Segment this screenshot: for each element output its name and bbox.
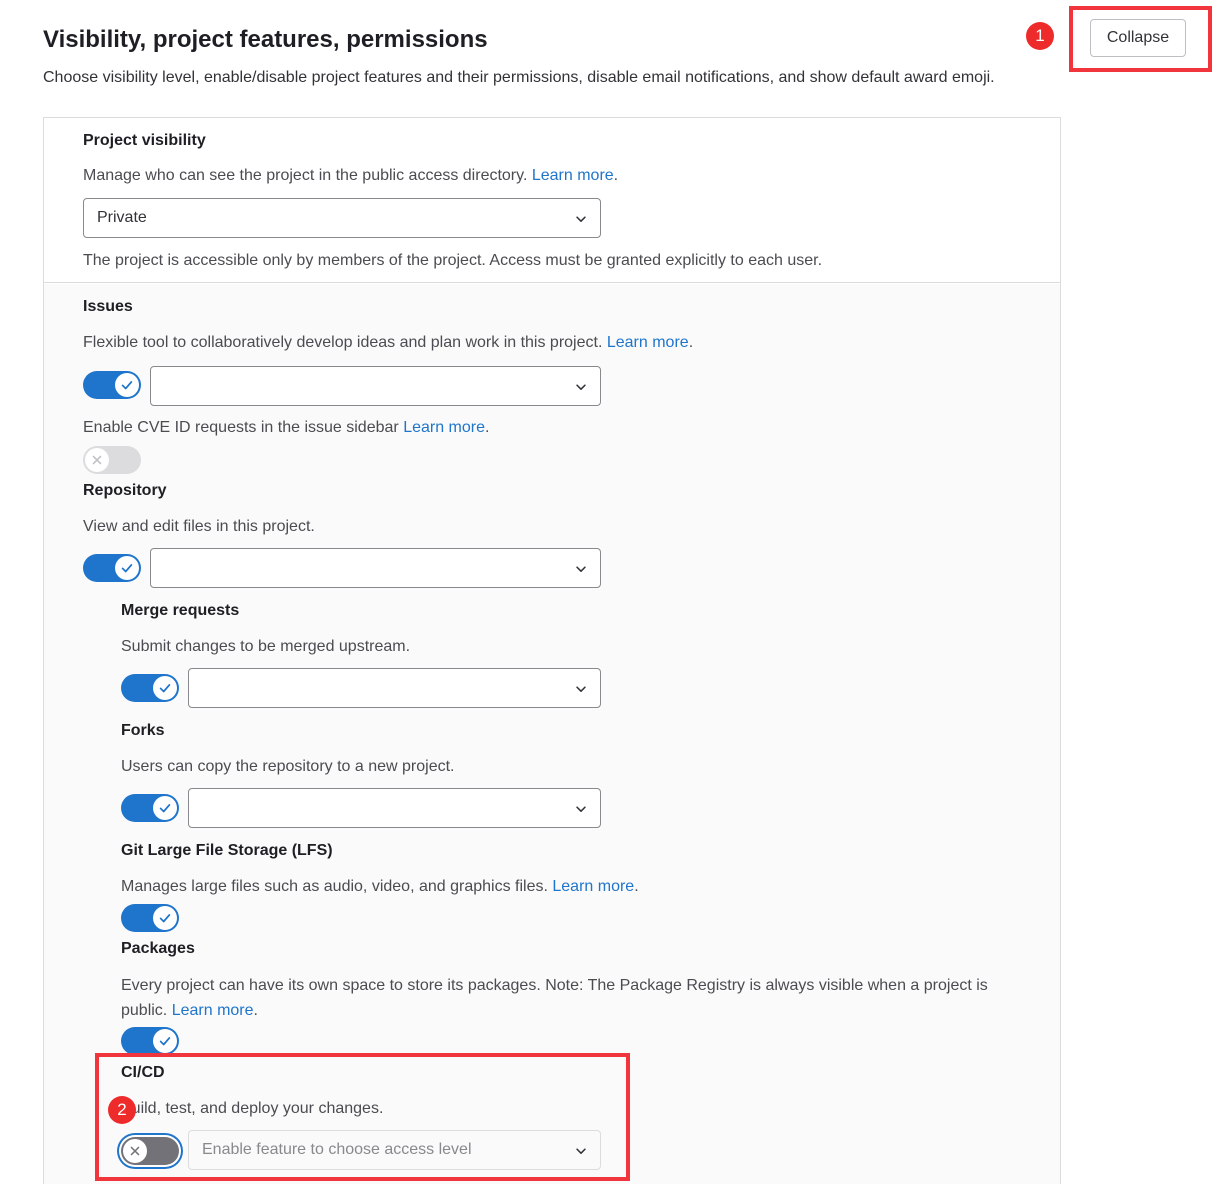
- chevron-down-icon: [576, 1148, 586, 1154]
- cve-learn-more-link[interactable]: Learn more: [403, 419, 485, 436]
- cicd-toggle[interactable]: [121, 1137, 179, 1165]
- cve-description: Enable CVE ID requests in the issue side…: [83, 419, 490, 436]
- check-icon: [159, 684, 171, 693]
- repository-label: Repository: [83, 482, 167, 499]
- cicd-access-select[interactable]: Enable feature to choose access level: [188, 1130, 601, 1170]
- merge-requests-access-select[interactable]: [188, 668, 601, 708]
- packages-description-line2: public. Learn more.: [121, 1002, 258, 1019]
- annotation-badge: 1: [1026, 22, 1054, 50]
- forks-label: Forks: [121, 722, 165, 739]
- issues-label: Issues: [83, 298, 133, 315]
- merge-requests-label: Merge requests: [121, 602, 240, 619]
- check-icon: [121, 381, 133, 390]
- check-icon: [121, 564, 133, 573]
- page-subtitle: Choose visibility level, enable/disable …: [43, 69, 995, 86]
- merge-requests-description: Submit changes to be merged upstream.: [121, 638, 411, 655]
- issues-description: Flexible tool to collaboratively develop…: [83, 334, 694, 351]
- repository-toggle[interactable]: [83, 554, 141, 582]
- forks-description: Users can copy the repository to a new p…: [121, 758, 455, 775]
- visibility-help-text: The project is accessible only by member…: [83, 252, 823, 269]
- check-icon: [159, 914, 171, 923]
- issues-toggle[interactable]: [83, 371, 141, 399]
- merge-requests-toggle[interactable]: [121, 674, 179, 702]
- features-section: Issues Flexible tool to collaboratively …: [44, 284, 1060, 1184]
- issues-learn-more-link[interactable]: Learn more: [607, 334, 689, 351]
- close-icon: [130, 1146, 140, 1156]
- chevron-down-icon: [576, 566, 586, 572]
- issues-access-select[interactable]: [150, 366, 601, 406]
- cicd-access-placeholder: Enable feature to choose access level: [202, 1141, 472, 1158]
- visibility-label: Project visibility: [83, 132, 206, 149]
- lfs-label: Git Large File Storage (LFS): [121, 842, 333, 859]
- visibility-section: Project visibility Manage who can see th…: [44, 118, 1060, 283]
- lfs-description: Manages large files such as audio, video…: [121, 878, 639, 895]
- check-icon: [159, 1037, 171, 1046]
- chevron-down-icon: [576, 384, 586, 390]
- repository-description: View and edit files in this project.: [83, 518, 315, 535]
- lfs-learn-more-link[interactable]: Learn more: [552, 878, 634, 895]
- visibility-description: Manage who can see the project in the pu…: [83, 167, 619, 184]
- visibility-learn-more-link[interactable]: Learn more: [532, 167, 614, 184]
- chevron-down-icon: [576, 216, 586, 222]
- visibility-select[interactable]: Private: [83, 198, 601, 238]
- chevron-down-icon: [576, 806, 586, 812]
- check-icon: [159, 804, 171, 813]
- page-title: Visibility, project features, permission…: [43, 26, 488, 53]
- settings-panel: Project visibility Manage who can see th…: [43, 117, 1061, 1184]
- forks-toggle[interactable]: [121, 794, 179, 822]
- packages-description-line1: Every project can have its own space to …: [121, 977, 988, 994]
- annotation-badge: 2: [108, 1096, 136, 1124]
- chevron-down-icon: [576, 686, 586, 692]
- lfs-toggle[interactable]: [121, 904, 179, 932]
- cve-toggle[interactable]: [83, 446, 141, 474]
- collapse-button[interactable]: Collapse: [1090, 19, 1186, 57]
- visibility-select-value: Private: [97, 209, 147, 226]
- packages-label: Packages: [121, 940, 195, 957]
- packages-toggle[interactable]: [121, 1027, 179, 1055]
- repository-access-select[interactable]: [150, 548, 601, 588]
- cicd-label: CI/CD: [121, 1064, 165, 1081]
- forks-access-select[interactable]: [188, 788, 601, 828]
- close-icon: [92, 455, 102, 465]
- packages-learn-more-link[interactable]: Learn more: [172, 1002, 254, 1019]
- cicd-description: Build, test, and deploy your changes.: [121, 1100, 384, 1117]
